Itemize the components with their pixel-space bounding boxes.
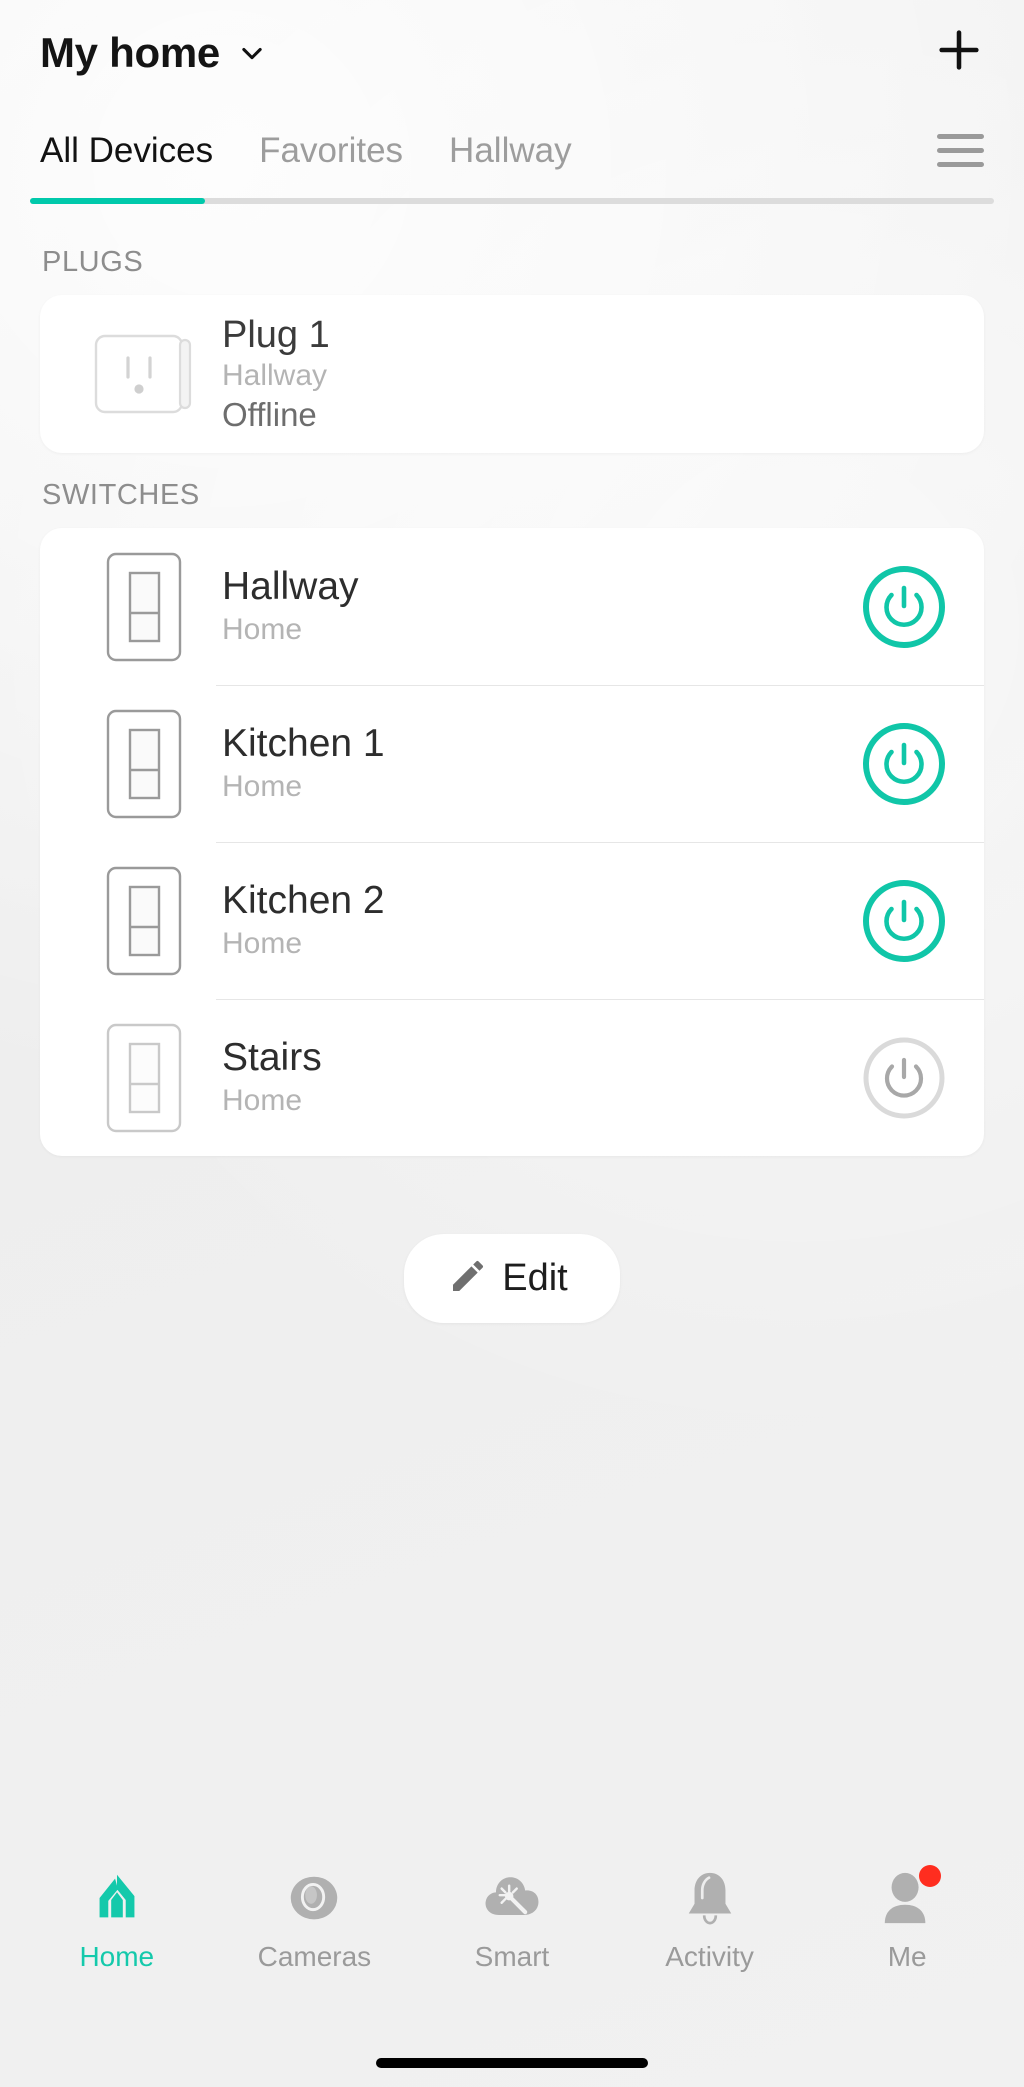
device-row-stairs[interactable]: Stairs Home — [40, 999, 984, 1156]
device-name: Kitchen 2 — [222, 878, 385, 922]
camera-lens-icon — [283, 1867, 345, 1929]
edit-button[interactable]: Edit — [404, 1234, 620, 1323]
tab-favorites[interactable]: Favorites — [259, 131, 403, 187]
nav-label: Activity — [665, 1941, 754, 1972]
nav-label: Me — [887, 1941, 927, 1972]
notification-badge — [919, 1865, 942, 1887]
light-switch-icon — [74, 1022, 214, 1134]
device-list: PLUGS Plug 1 Hallway Offline SWITCHES Ha… — [0, 220, 1024, 1849]
device-text-kitchen-2: Kitchen 2 Home — [214, 878, 858, 963]
light-switch-icon — [74, 708, 214, 820]
nav-label: Smart — [474, 1941, 550, 1972]
power-toggle-kitchen-2[interactable] — [858, 875, 950, 967]
device-text-kitchen-1: Kitchen 1 Home — [214, 721, 858, 806]
light-switch-icon — [74, 865, 214, 977]
nav-item-home[interactable]: Home — [18, 1867, 216, 1973]
switches-card: Hallway Home Kitchen 1 Home Kitchen 2 Ho… — [40, 528, 984, 1156]
power-toggle-stairs[interactable] — [858, 1032, 950, 1124]
device-room: Home — [222, 770, 303, 804]
nav-item-activity[interactable]: Activity — [611, 1867, 809, 1973]
app-root: My home All Devices Favorites Hallway PL… — [0, 0, 1024, 2087]
edit-button-label: Edit — [502, 1257, 568, 1299]
plus-icon — [933, 24, 985, 81]
device-row-kitchen-1[interactable]: Kitchen 1 Home — [40, 685, 984, 842]
tab-hallway[interactable]: Hallway — [449, 131, 572, 187]
device-text-hallway: Hallway Home — [214, 564, 858, 649]
power-toggle-hallway[interactable] — [858, 561, 950, 653]
device-name: Hallway — [222, 564, 359, 608]
person-icon — [879, 1865, 942, 1929]
device-room: Home — [222, 927, 303, 961]
light-switch-icon — [74, 551, 214, 663]
pencil-icon — [448, 1256, 488, 1301]
device-row-hallway[interactable]: Hallway Home — [40, 528, 984, 685]
plugs-card: Plug 1 Hallway Offline — [40, 295, 984, 453]
device-text-stairs: Stairs Home — [214, 1035, 858, 1120]
outlet-icon — [74, 330, 214, 418]
device-room: Home — [222, 1084, 303, 1118]
device-name: Stairs — [222, 1035, 322, 1079]
section-header-switches: SWITCHES — [42, 479, 200, 511]
device-room: Home — [222, 613, 303, 647]
house-icon — [86, 1867, 148, 1929]
tab-all-devices[interactable]: All Devices — [40, 131, 213, 187]
nav-label: Home — [79, 1941, 155, 1972]
hamburger-menu-icon[interactable] — [937, 134, 984, 187]
tab-active-indicator — [30, 198, 205, 204]
nav-label: Cameras — [257, 1941, 372, 1972]
nav-item-cameras[interactable]: Cameras — [216, 1867, 414, 1973]
chevron-down-icon — [238, 39, 266, 67]
home-indicator — [0, 2039, 1024, 2087]
tab-bar: All Devices Favorites Hallway — [0, 105, 1024, 220]
device-name: Plug 1 — [222, 313, 330, 356]
app-header: My home — [0, 0, 1024, 105]
add-device-button[interactable] — [932, 26, 986, 80]
nav-item-smart[interactable]: Smart — [413, 1867, 611, 1973]
device-name: Kitchen 1 — [222, 721, 385, 765]
power-toggle-kitchen-1[interactable] — [858, 718, 950, 810]
device-text-plug-1: Plug 1 Hallway Offline — [214, 314, 950, 435]
home-name-label: My home — [40, 28, 220, 76]
home-selector[interactable]: My home — [40, 29, 266, 77]
device-status: Offline — [222, 395, 317, 433]
device-row-plug-1[interactable]: Plug 1 Hallway Offline — [40, 295, 984, 453]
bottom-navigation: Home Cameras Smart Activity Me — [0, 1849, 1024, 2039]
smart-cloud-icon — [480, 1867, 544, 1929]
device-row-kitchen-2[interactable]: Kitchen 2 Home — [40, 842, 984, 999]
section-header-plugs: PLUGS — [42, 246, 144, 278]
nav-item-me[interactable]: Me — [808, 1865, 1006, 1973]
edit-button-container: Edit — [40, 1234, 984, 1323]
bell-icon — [681, 1867, 739, 1929]
device-room: Hallway — [222, 358, 328, 392]
